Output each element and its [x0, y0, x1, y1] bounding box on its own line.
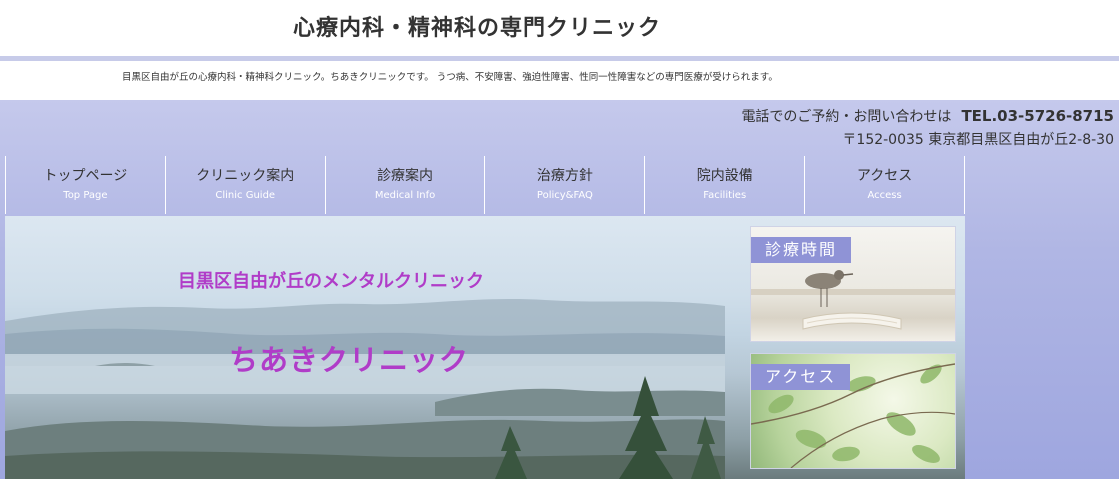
- nav-item-medical-info[interactable]: 診療案内 Medical Info: [324, 156, 485, 214]
- nav-item-top-page[interactable]: トップページ Top Page: [5, 156, 165, 214]
- nav-label-jp: クリニック案内: [196, 168, 295, 184]
- header-bar: 心療内科・精神科の専門クリニック: [0, 0, 1119, 57]
- nav-label-jp: 院内設備: [696, 168, 753, 184]
- nav-label-en: Clinic Guide: [215, 190, 276, 201]
- hero-image: 目黒区自由が丘のメンタルクリニック ちあきクリニック 診療時間 アクセス: [5, 216, 965, 479]
- nav-label-jp: 診療案内: [377, 168, 434, 184]
- nav-item-clinic-guide[interactable]: クリニック案内 Clinic Guide: [164, 156, 325, 214]
- nav-label-jp: 治療方針: [536, 168, 593, 184]
- nav-label-en: Access: [867, 190, 902, 201]
- nav-item-facilities[interactable]: 院内設備 Facilities: [644, 156, 804, 214]
- contact-line: 電話でのご予約・お問い合わせは TEL.03-5726-8715: [741, 106, 1114, 126]
- hero-subtitle: 目黒区自由が丘のメンタルクリニック: [178, 271, 484, 292]
- nav-label-en: Medical Info: [374, 190, 436, 201]
- nav-item-policy-faq[interactable]: 治療方針 Policy&FAQ: [484, 156, 644, 214]
- nav-item-access[interactable]: アクセス Access: [804, 156, 965, 214]
- site-title: 心療内科・精神科の専門クリニック: [293, 16, 662, 41]
- main-nav: トップページ Top Page クリニック案内 Clinic Guide 診療案…: [5, 156, 965, 214]
- hero-clinic-name: ちあきクリニック: [229, 343, 470, 377]
- nav-label-en: Top Page: [63, 190, 108, 201]
- nav-label-en: Facilities: [703, 190, 747, 201]
- banner-access[interactable]: アクセス: [750, 353, 956, 469]
- nav-label-jp: トップページ: [43, 168, 128, 184]
- banner-label-hours: 診療時間: [751, 237, 852, 263]
- phone-number[interactable]: TEL.03-5726-8715: [961, 107, 1114, 125]
- site-description: 目黒区自由が丘の心療内科・精神科クリニック。ちあきクリニックです。 うつ病、不安…: [122, 72, 778, 83]
- banner-label-access: アクセス: [751, 364, 851, 390]
- nav-label-en: Policy&FAQ: [536, 190, 593, 201]
- nav-label-jp: アクセス: [856, 168, 913, 184]
- address: 〒152-0035 東京都目黒区自由が丘2-8-30: [842, 132, 1114, 148]
- banner-consultation-hours[interactable]: 診療時間: [750, 226, 956, 342]
- header-divider: [0, 56, 1119, 61]
- contact-label: 電話でのご予約・お問い合わせは: [741, 109, 952, 125]
